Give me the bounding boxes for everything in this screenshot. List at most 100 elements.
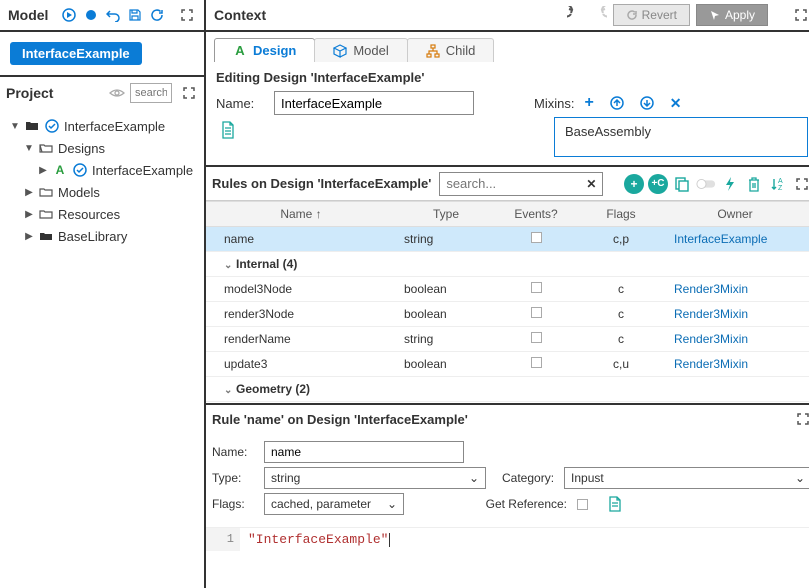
caret-right-icon: ▶ <box>24 209 34 220</box>
table-row[interactable]: name string c,p InterfaceExample <box>206 227 809 252</box>
table-row[interactable]: model3Node boolean c Render3Mixin <box>206 277 809 302</box>
context-redo-icon[interactable] <box>589 6 607 24</box>
project-tree: ▼ InterfaceExample ▼ Designs ▶ A Interfa… <box>0 109 204 253</box>
rule-type-select[interactable]: string⌄ <box>264 467 486 489</box>
search-clear-icon[interactable]: ✕ <box>580 177 602 191</box>
undo-icon[interactable] <box>104 6 122 24</box>
tree-baselib[interactable]: ▶ BaseLibrary <box>24 225 200 247</box>
tree-designs[interactable]: ▼ Designs <box>24 137 200 159</box>
col-owner[interactable]: Owner <box>666 202 804 226</box>
copy-icon[interactable] <box>672 174 692 194</box>
mixins-box[interactable]: BaseAssembly <box>554 117 808 157</box>
rcategory-label: Category: <box>502 471 554 485</box>
chevron-down-icon: ⌄ <box>469 471 479 485</box>
mixin-add-icon[interactable]: + <box>584 94 593 112</box>
getref-checkbox[interactable] <box>577 499 588 510</box>
project-expand-icon[interactable] <box>180 84 198 102</box>
rules-search-input[interactable] <box>440 174 580 193</box>
rules-search[interactable]: ✕ <box>439 172 603 196</box>
caret-right-icon: ▶ <box>24 231 34 242</box>
col-name[interactable]: Name ↑ <box>206 202 396 226</box>
project-search-input[interactable] <box>130 83 172 103</box>
document-icon[interactable] <box>220 121 236 157</box>
refresh-icon[interactable] <box>148 6 166 24</box>
checkbox[interactable] <box>531 307 542 318</box>
chevron-down-icon: ⌄ <box>387 497 397 511</box>
check-circle-icon <box>44 118 60 134</box>
rule-editor: Rule 'name' on Design 'InterfaceExample'… <box>206 405 809 551</box>
save-icon[interactable] <box>126 6 144 24</box>
group-internal[interactable]: ⌄Internal (4) <box>206 252 809 277</box>
folder-solid-icon <box>38 228 54 244</box>
tree-label: Models <box>58 185 100 200</box>
caret-down-icon: ▼ <box>10 121 20 132</box>
checkbox[interactable] <box>531 357 542 368</box>
col-flags[interactable]: Flags <box>576 202 666 226</box>
editor-expand-icon[interactable] <box>794 410 809 428</box>
context-expand-icon[interactable] <box>792 6 809 24</box>
bolt-icon[interactable] <box>720 174 740 194</box>
model-body: InterfaceExample <box>0 32 204 75</box>
apply-button[interactable]: Apply <box>696 4 768 26</box>
hierarchy-icon <box>426 44 440 58</box>
add-c-rule-icon[interactable]: +C <box>648 174 668 194</box>
col-events[interactable]: Events? <box>496 202 576 226</box>
tree-root[interactable]: ▼ InterfaceExample <box>10 115 200 137</box>
table-row[interactable]: update3 boolean c,u Render3Mixin <box>206 352 809 377</box>
record-icon[interactable] <box>82 6 100 24</box>
table-row[interactable]: bbox any c Render3Mixin <box>206 402 809 403</box>
mixin-up-icon[interactable] <box>610 96 624 110</box>
code-line[interactable]: "InterfaceExample" <box>240 528 398 551</box>
tree-models[interactable]: ▶ Models <box>24 181 200 203</box>
toggle-icon[interactable] <box>696 174 716 194</box>
rules-expand-icon[interactable] <box>792 174 809 194</box>
checkbox[interactable] <box>531 282 542 293</box>
sort-icon[interactable]: AZ <box>768 174 788 194</box>
rules-panel: Rules on Design 'InterfaceExample' ✕ + +… <box>206 167 809 405</box>
model-title: Model <box>8 7 48 23</box>
tree-resources[interactable]: ▶ Resources <box>24 203 200 225</box>
editing-subhead: Editing Design 'InterfaceExample' <box>216 70 808 85</box>
tab-model[interactable]: Model <box>314 38 407 62</box>
rname-label: Name: <box>212 445 254 459</box>
rules-grid-header: Name ↑ Type Events? Flags Owner ▲ <box>206 201 809 227</box>
folder-icon <box>38 184 54 200</box>
line-gutter: 1 <box>206 528 240 551</box>
col-type[interactable]: Type <box>396 202 496 226</box>
rule-editor-title: Rule 'name' on Design 'InterfaceExample' <box>212 412 468 427</box>
rule-category-select[interactable]: Inpust⌄ <box>564 467 809 489</box>
checkbox[interactable] <box>531 332 542 343</box>
rflags-label: Flags: <box>212 497 254 511</box>
caret-right-icon: ▶ <box>38 165 48 176</box>
group-geometry[interactable]: ⌄Geometry (2) <box>206 377 809 402</box>
model-pill[interactable]: InterfaceExample <box>10 42 142 65</box>
tree-design-item[interactable]: ▶ A InterfaceExample <box>38 159 200 181</box>
revert-button[interactable]: Revert <box>613 4 690 26</box>
caret-right-icon: ▶ <box>24 187 34 198</box>
table-row[interactable]: renderName string c Render3Mixin <box>206 327 809 352</box>
rule-flags-select[interactable]: cached, parameter⌄ <box>264 493 404 515</box>
mixin-remove-icon[interactable]: ✕ <box>670 95 682 112</box>
tree-label: Designs <box>58 141 105 156</box>
expand-icon[interactable] <box>178 6 196 24</box>
checkbox[interactable] <box>531 232 542 243</box>
table-row[interactable]: render3Node boolean c Render3Mixin <box>206 302 809 327</box>
design-a-icon: A <box>52 162 68 178</box>
caret-down-icon: ▼ <box>24 143 34 154</box>
design-name-input[interactable] <box>274 91 474 115</box>
rules-title: Rules on Design 'InterfaceExample' <box>212 176 431 191</box>
trash-icon[interactable] <box>744 174 764 194</box>
folder-open-icon <box>38 140 54 156</box>
visibility-icon[interactable] <box>108 84 126 102</box>
rule-name-input[interactable] <box>264 441 464 463</box>
play-icon[interactable] <box>60 6 78 24</box>
chevron-down-icon: ⌄ <box>795 471 805 485</box>
document-icon[interactable] <box>608 496 622 512</box>
tab-child[interactable]: Child <box>407 38 495 62</box>
mixin-down-icon[interactable] <box>640 96 654 110</box>
tab-design[interactable]: A Design <box>214 38 315 62</box>
add-rule-icon[interactable]: + <box>624 174 644 194</box>
cube-icon <box>333 44 347 58</box>
code-editor[interactable]: 1 "InterfaceExample" <box>206 527 809 551</box>
context-undo-icon[interactable] <box>567 6 585 24</box>
